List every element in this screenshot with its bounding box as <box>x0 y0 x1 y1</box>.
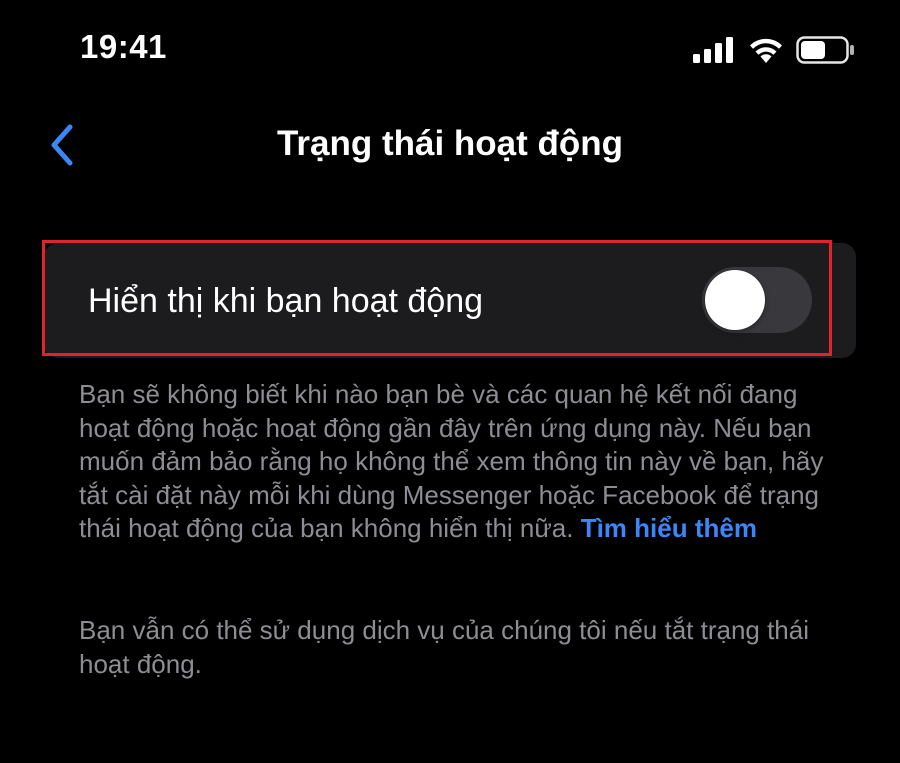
description-text: Bạn sẽ không biết khi nào bạn bè và các … <box>79 378 839 546</box>
learn-more-link[interactable]: Tìm hiểu thêm <box>581 513 757 543</box>
description-note: Bạn vẫn có thể sử dụng dịch vụ của chúng… <box>79 615 810 679</box>
cellular-signal-icon <box>693 37 733 63</box>
status-time: 19:41 <box>80 28 167 65</box>
page-title: Trạng thái hoạt động <box>276 124 624 163</box>
status-bar: 19:41 <box>0 0 900 100</box>
toggle-knob <box>705 270 765 330</box>
battery-icon <box>796 36 854 64</box>
wifi-icon <box>750 38 782 63</box>
status-icons <box>693 36 854 64</box>
active-status-label: Hiển thị khi bạn hoạt động <box>88 282 484 320</box>
navigation-bar: Trạng thái hoạt động <box>0 110 900 180</box>
active-status-toggle[interactable] <box>702 267 812 333</box>
